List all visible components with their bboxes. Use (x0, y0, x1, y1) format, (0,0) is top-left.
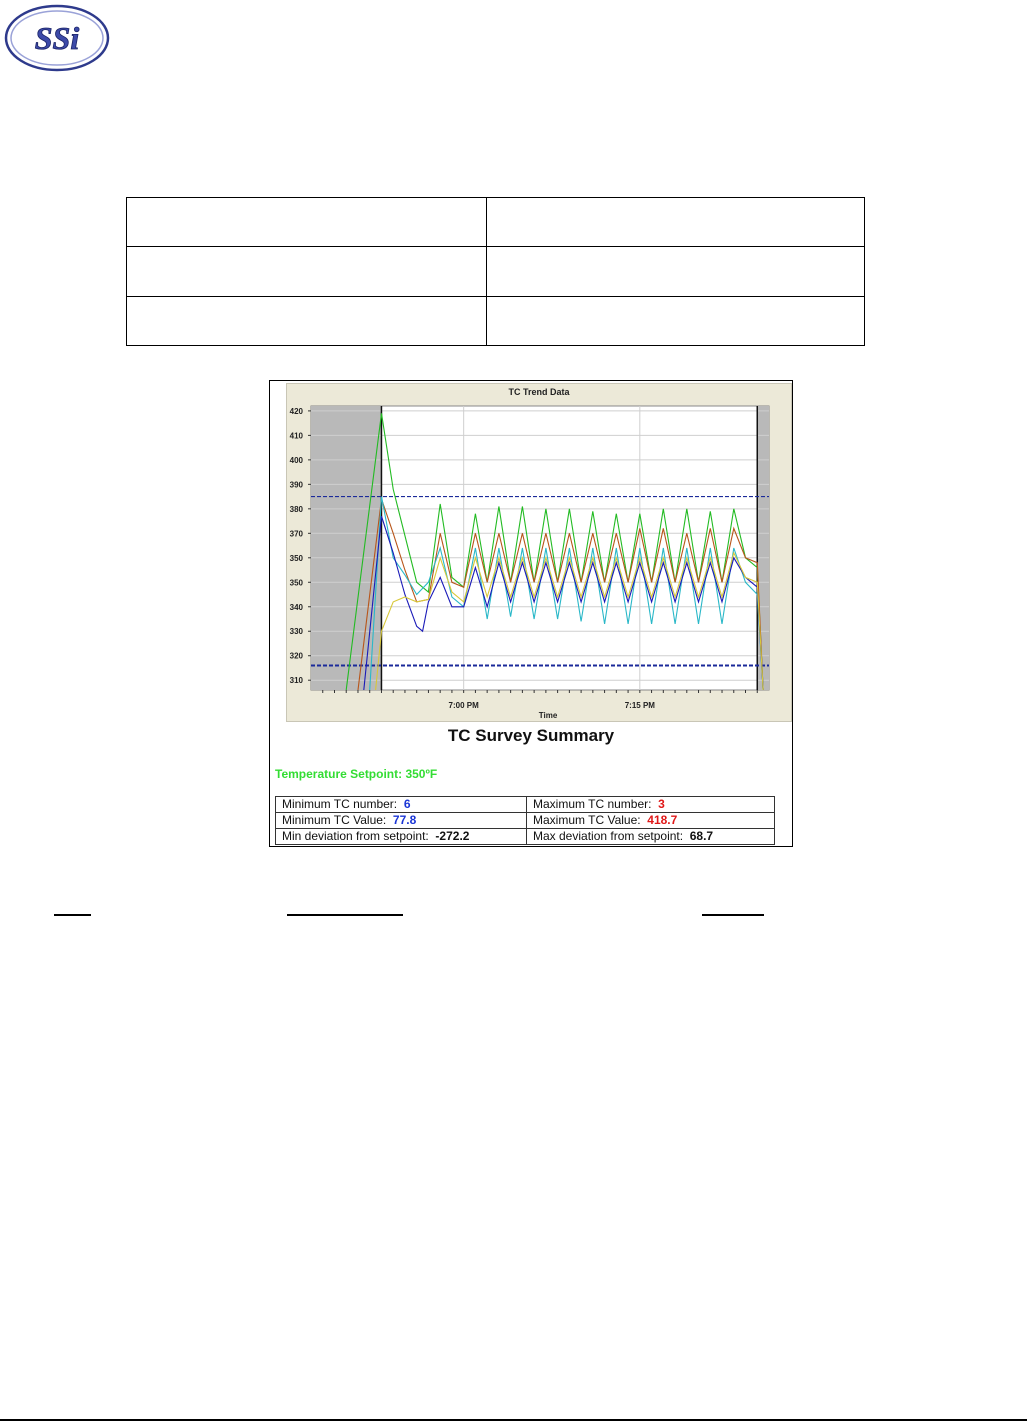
y-tick-label: 420 (290, 407, 304, 416)
chart-title: TC Trend Data (508, 387, 570, 397)
x-tick-label: 7:15 PM (625, 701, 656, 710)
ssi-logo: SSi (4, 4, 110, 72)
y-tick-label: 350 (290, 578, 304, 587)
y-tick-label: 380 (290, 505, 304, 514)
max-tc-value: 418.7 (647, 813, 678, 827)
chart-svg: 420 410 400 390 380 370 350 350 340 330 320 310 7:00… (290, 405, 770, 720)
shaded-region-end (757, 406, 769, 690)
y-tick-label: 350 (290, 554, 304, 563)
info-table (126, 196, 865, 347)
y-tick-label: 390 (290, 480, 304, 489)
underline-field (702, 914, 764, 916)
x-tick-label: 7:00 PM (449, 701, 480, 710)
min-deviation-label: Min deviation from setpoint: (282, 829, 429, 843)
tc-trend-chart: 420 410 400 390 380 370 350 350 340 330 320 310 7:00… (286, 383, 792, 722)
max-deviation: 68.7 (689, 829, 714, 843)
y-tick-label: 320 (290, 652, 304, 661)
max-tc-number: 3 (658, 797, 665, 811)
table-row: Minimum TC number: 6 Maximum TC number: … (275, 796, 775, 813)
summary-stats-table: Minimum TC number: 6 Maximum TC number: … (275, 796, 775, 845)
table-row (126, 295, 865, 347)
y-tick-label: 310 (290, 676, 304, 685)
min-deviation: -272.2 (435, 829, 470, 843)
max-deviation-label: Max deviation from setpoint: (533, 829, 684, 843)
underline-field (287, 914, 403, 916)
table-row (126, 196, 865, 248)
min-tc-value: 77.8 (392, 813, 417, 827)
logo-text: SSi (35, 20, 80, 56)
footer-rule (0, 1419, 1027, 1421)
y-tick-label: 340 (290, 603, 304, 612)
min-tc-number: 6 (403, 797, 411, 811)
min-tc-value-label: Minimum TC Value: (282, 813, 387, 827)
shaded-region-start (311, 406, 382, 690)
max-tc-value-label: Maximum TC Value: (533, 813, 641, 827)
min-tc-number-label: Minimum TC number: (282, 797, 398, 811)
x-axis-label: Time (539, 711, 558, 720)
y-tick-label: 400 (290, 456, 304, 465)
y-tick-label: 410 (290, 431, 304, 440)
table-row: Min deviation from setpoint: -272.2 Max … (275, 828, 775, 845)
survey-summary-title: TC Survey Summary (447, 726, 615, 745)
table-row (126, 246, 865, 297)
y-tick-label: 370 (290, 529, 304, 538)
underline-field (54, 914, 91, 916)
temperature-setpoint: Temperature Setpoint: 350ºF (275, 767, 438, 781)
max-tc-number-label: Maximum TC number: (533, 797, 652, 811)
table-row: Minimum TC Value: 77.8 Maximum TC Value:… (275, 812, 775, 829)
y-tick-label: 330 (290, 627, 304, 636)
tc-report-figure: 420 410 400 390 380 370 350 350 340 330 320 310 7:00… (269, 380, 793, 847)
